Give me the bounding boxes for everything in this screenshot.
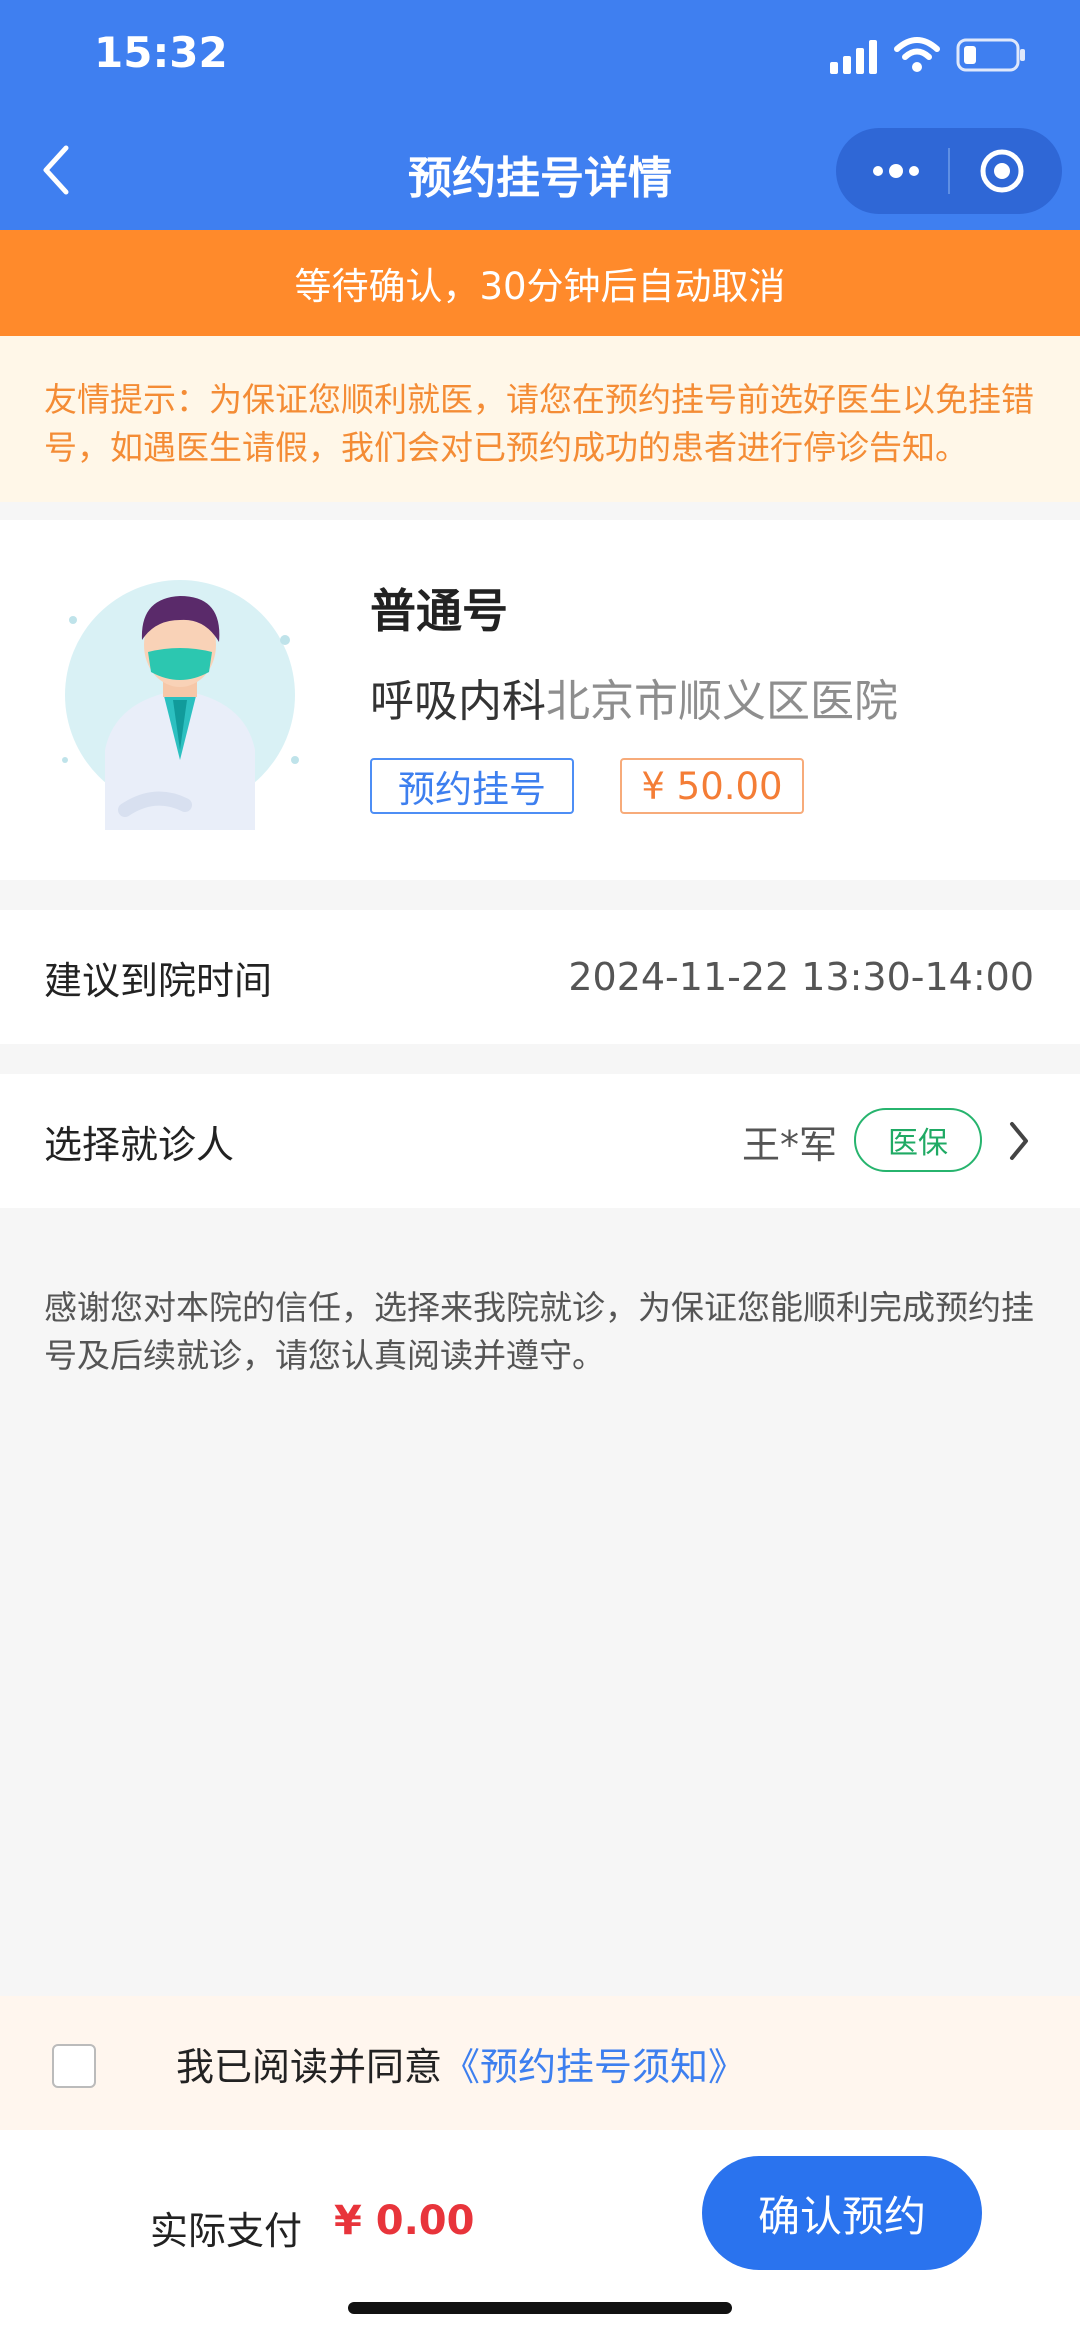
battery-icon: [956, 38, 1025, 72]
pay-amount: ¥ 0.00: [334, 2198, 475, 2244]
doctor-illustration-icon: [62, 580, 299, 830]
status-time: 15:32: [94, 28, 228, 77]
mini-program-capsule: [836, 128, 1062, 214]
agreement-bar: 我已阅读并同意 《预约挂号须知》: [0, 1996, 1080, 2130]
status-banner: 等待确认，30分钟后自动取消: [0, 230, 1080, 336]
department-hospital: 呼吸内科北京市顺义区医院: [370, 665, 898, 729]
pay-label: 实际支付: [150, 2209, 303, 2253]
wifi-icon: [894, 37, 940, 72]
patient-name: 王*军: [742, 1122, 838, 1167]
chevron-right-icon[interactable]: [1006, 1118, 1032, 1164]
select-patient-label: 选择就诊人: [44, 1122, 235, 1167]
agreement-link[interactable]: 《预约挂号须知》: [442, 2036, 746, 2091]
confirm-appointment-button[interactable]: 确认预约: [702, 2156, 982, 2270]
appointment-tag: 预约挂号: [370, 758, 574, 814]
signal-icon: [830, 40, 877, 74]
registration-type: 普通号: [370, 584, 508, 638]
home-indicator: [348, 2302, 732, 2314]
select-patient-row[interactable]: 选择就诊人 王*军 医保: [0, 1074, 1080, 1208]
price-tag: ¥ 50.00: [620, 758, 804, 814]
insurance-badge: 医保: [854, 1108, 982, 1172]
capsule-divider: [948, 148, 950, 194]
close-mini-program-icon[interactable]: [979, 148, 1025, 194]
department-name: 呼吸内科: [370, 676, 546, 727]
friendly-tip: 友情提示：为保证您顺利就医，请您在预约挂号前选好医生以免挂错号，如遇医生请假，我…: [0, 336, 1080, 502]
more-options-icon[interactable]: [866, 148, 926, 194]
visit-time-value: 2024-11-22 13:30-14:00: [568, 955, 1034, 999]
agree-checkbox[interactable]: [52, 2044, 96, 2088]
visit-time-label: 建议到院时间: [44, 958, 273, 1003]
hospital-name: 北京市顺义区医院: [546, 676, 898, 727]
agreement-text: 我已阅读并同意 《预约挂号须知》: [176, 1996, 746, 2130]
notice-text: 感谢您对本院的信任，选择来我院就诊，为保证您能顺利完成预约挂号及后续就诊，请您认…: [44, 1288, 1034, 1375]
visit-time-row: 建议到院时间 2024-11-22 13:30-14:00: [0, 910, 1080, 1044]
agreement-prefix: 我已阅读并同意: [176, 2044, 443, 2089]
